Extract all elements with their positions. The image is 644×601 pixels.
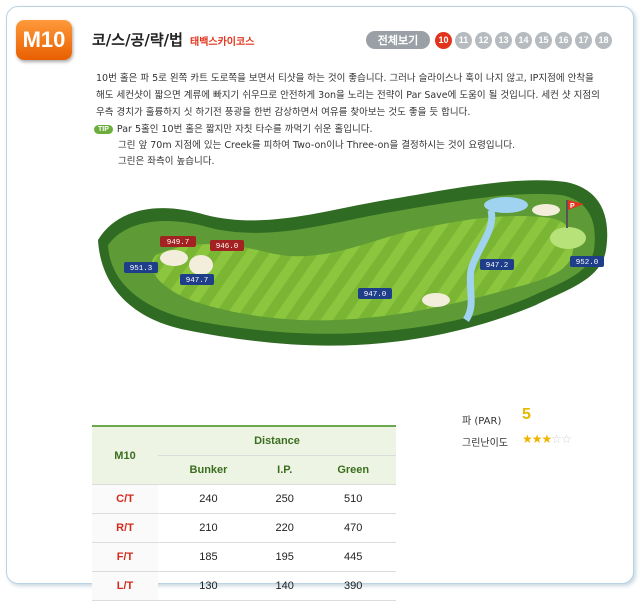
- distance-table: M10 Distance Bunker I.P. Green C/T 240 2…: [92, 425, 396, 601]
- star-empty-icon: ☆: [551, 432, 562, 446]
- hole-badge: M10: [16, 20, 72, 60]
- table-cell: 220: [258, 513, 311, 543]
- column-header: Bunker: [158, 455, 259, 485]
- table-cell: 510: [310, 484, 396, 514]
- page-title: 코/스/공/략/법: [92, 31, 183, 49]
- table-hole-label: M10: [92, 426, 158, 485]
- view-all-button[interactable]: 전체보기: [366, 31, 430, 49]
- table-cell: 195: [258, 542, 311, 572]
- table-cell: 390: [310, 571, 396, 601]
- hole-button-14[interactable]: 14: [515, 31, 532, 49]
- flag-pole: [566, 200, 568, 228]
- bunker: [189, 255, 213, 275]
- hole-button-12[interactable]: 12: [475, 31, 492, 49]
- tee-label: F/T: [92, 542, 158, 572]
- bunker: [160, 250, 188, 266]
- elevation-marker: 949.7: [160, 236, 196, 247]
- table-cell: 470: [310, 513, 396, 543]
- svg-text:947.0: 947.0: [364, 291, 387, 299]
- difficulty-rating: ★★★☆☆: [522, 432, 572, 446]
- table-row: L/T 130 140 390: [92, 571, 396, 601]
- hole-button-11[interactable]: 11: [455, 31, 472, 49]
- hole-button-16[interactable]: 16: [555, 31, 572, 49]
- elevation-marker: 947.0: [358, 288, 392, 299]
- hole-button-13[interactable]: 13: [495, 31, 512, 49]
- tee-label: R/T: [92, 513, 158, 543]
- table-cell: 185: [158, 542, 259, 572]
- table-row: R/T 210 220 470: [92, 513, 396, 543]
- table-row: C/T 240 250 510: [92, 484, 396, 514]
- column-header: Green: [310, 455, 396, 485]
- table-cell: 210: [158, 513, 259, 543]
- description-line: 10번 홀은 파 5로 왼쪽 카트 도로쪽을 보면서 티샷을 하는 것이 좋습니…: [96, 73, 594, 84]
- star-filled-icon: ★: [541, 432, 553, 446]
- table-cell: 250: [258, 484, 311, 514]
- description-line: 우측 경치가 훌륭하지 싯 하기전 풍광을 한번 감상하면서 여유를 찾아보는 …: [96, 107, 471, 118]
- hole-button-15[interactable]: 15: [535, 31, 552, 49]
- svg-text:951.3: 951.3: [130, 265, 153, 273]
- elevation-marker: 947.2: [480, 259, 514, 270]
- hole-button-18[interactable]: 18: [595, 31, 612, 49]
- tip-section: TIP Par 5홀인 10번 홀은 짧지만 자칫 타수를 까먹기 쉬운 홀입니다…: [94, 122, 614, 170]
- tip-line: Par 5홀인 10번 홀은 짧지만 자칫 타수를 까먹기 쉬운 홀입니다.: [116, 124, 373, 135]
- tip-badge: TIP: [94, 125, 113, 134]
- svg-text:946.0: 946.0: [216, 243, 239, 251]
- svg-text:947.2: 947.2: [486, 262, 509, 270]
- hole-selector: 전체보기 10 11 12 13 14 15 16 17 18: [366, 30, 612, 50]
- tee-label: C/T: [92, 484, 158, 514]
- difficulty-label: 그린난이도: [462, 438, 508, 449]
- table-row: F/T 185 195 445: [92, 542, 396, 572]
- par-label: 파 (PAR): [462, 416, 502, 427]
- elevation-marker: 946.0: [210, 240, 244, 251]
- tip-line: 그린 앞 70m 지점에 있는 Creek를 피하여 Two-on이나 Thre…: [118, 140, 516, 151]
- hole-description: 10번 홀은 파 5로 왼쪽 카트 도로쪽을 보면서 티샷을 하는 것이 좋습니…: [96, 70, 616, 121]
- distance-header: Distance: [158, 426, 396, 456]
- column-header: I.P.: [258, 455, 311, 485]
- tee-label: L/T: [92, 571, 158, 601]
- bunker: [532, 204, 560, 216]
- description-line: 해도 세컨샷이 짧으면 계류에 빠지기 쉬우므로 안전하게 3on을 노리는 전…: [96, 90, 600, 101]
- svg-text:949.7: 949.7: [167, 239, 190, 247]
- hole-button-17[interactable]: 17: [575, 31, 592, 49]
- course-name: 태백스카이코스: [190, 37, 255, 48]
- svg-text:947.7: 947.7: [186, 277, 209, 285]
- table-cell: 445: [310, 542, 396, 572]
- star-filled-icon: ★: [522, 432, 533, 446]
- pond: [484, 197, 528, 213]
- star-empty-icon: ☆: [561, 432, 572, 446]
- hole-button-10[interactable]: 10: [435, 31, 452, 49]
- table-cell: 130: [158, 571, 259, 601]
- par-value: 5: [522, 406, 531, 423]
- bunker: [422, 293, 450, 307]
- star-filled-icon: ★: [531, 432, 543, 446]
- svg-text:952.0: 952.0: [576, 259, 599, 267]
- elevation-marker: 947.7: [180, 274, 214, 285]
- table-cell: 240: [158, 484, 259, 514]
- table-cell: 140: [258, 571, 311, 601]
- flag-label: P: [570, 203, 575, 210]
- elevation-marker: 951.3: [124, 262, 158, 273]
- green: [550, 227, 586, 249]
- hole-map: P 949.7 946.0 951.3 947.7 947.0 947.2 95…: [98, 180, 608, 346]
- tip-line: 그린은 좌측이 높습니다.: [118, 156, 215, 167]
- elevation-marker: 952.0: [570, 256, 604, 267]
